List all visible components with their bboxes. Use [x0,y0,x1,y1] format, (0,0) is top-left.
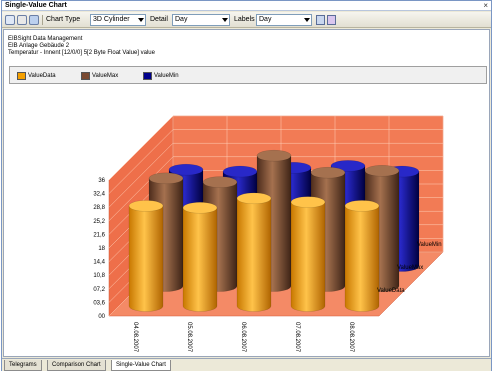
x-tick-label: 06.08.2007 [240,322,246,353]
close-icon[interactable]: × [483,1,488,11]
cylinder-top-valuemax [148,172,184,185]
legend-item-valuemax: ValueMax [80,71,118,81]
detail-select[interactable]: Day [172,14,230,26]
cylinder-top-valuedata [182,202,218,214]
chart-legend: ValueData ValueMax ValueMin [9,66,487,84]
y-tick-label: 03,6 [93,300,105,306]
cylinder-top-valuedata [236,192,272,205]
app-window: Single-Value Chart × Chart Type 3D Cylin… [1,0,492,371]
legend-item-valuemin: ValueMin [142,71,179,81]
y-tick-label: 25,2 [93,219,105,225]
info-line-1: EIBSight Data Management [8,36,83,42]
print-icon[interactable] [17,15,27,25]
tab-telegrams[interactable]: Telegrams [4,360,42,371]
settings-icon[interactable] [5,15,15,25]
chevron-down-icon [222,18,228,22]
legend-label: ValueMin [154,73,179,79]
depth-axis-label: ValueMin [417,242,442,248]
cylinder-valuedata [344,205,380,312]
chart-panel: EIBSight Data Management EIB Anlage Gebä… [3,29,490,357]
tab-bar: Telegrams Comparison Chart Single-Value … [2,358,491,371]
detail-label: Detail [150,16,168,23]
tab-comparison-chart[interactable]: Comparison Chart [47,360,106,371]
y-tick-label: 32,4 [93,192,105,198]
cylinder-valuedata [128,205,164,312]
legend-label: ValueData [28,73,56,79]
y-tick-label: 00 [98,314,105,320]
cylinder-valuedata [236,198,272,312]
chart-type-value: 3D Cylinder [93,16,130,23]
chevron-down-icon [138,18,144,22]
info-line-2: EIB Anlage Gebäude 2 [8,43,70,49]
depth-axis-label: ValueMax [397,265,423,271]
x-tick-label: 08.08.2007 [348,322,354,353]
cylinder-top-valuemin [222,165,258,178]
toolbar: Chart Type 3D Cylinder Detail Day Labels… [2,12,491,28]
y-tick-label: 21,6 [93,232,105,238]
depth-axis-label: ValueData [377,288,405,294]
toolbar-separator [42,15,43,25]
cylinder-valuedata [182,207,218,312]
labels-value: Day [259,16,272,23]
x-tick-label: 07.08.2007 [294,322,300,353]
tab-single-value-chart[interactable]: Single-Value Chart [111,360,171,371]
y-tick-label: 07,2 [93,287,105,293]
labels-select[interactable]: Day [256,14,312,26]
cylinder-top-valuemax [202,176,238,188]
chevron-down-icon [304,18,310,22]
x-tick-label: 05.08.2007 [186,322,192,353]
info-line-3: Temperatur - Innent [12/0/0] 5[2 Byte Fl… [8,50,155,56]
x-tick-label: 04.08.2007 [132,322,138,353]
cylinder-top-valuedata [128,200,164,212]
legend-label: ValueMax [92,73,119,79]
detail-value: Day [175,16,188,23]
chart-type-select[interactable]: 3D Cylinder [90,14,146,26]
cylinder-top-valuemax [364,165,400,177]
legend-swatch [81,72,90,80]
cylinder-top-valuemax [256,149,292,162]
labels-label: Labels [234,16,255,23]
y-tick-label: 28,8 [93,205,105,211]
export-icon[interactable] [316,15,325,25]
legend-item-valuedata: ValueData [16,71,56,81]
cylinder-top-valuemax [310,166,346,179]
cylinder-chart: 00 03,6 07,2 10,8 14,4 18 21,6 25,2 28,8 32,4 36 04… [93,115,444,353]
cylinder-top-valuedata [344,200,380,212]
save-icon[interactable] [29,15,39,25]
y-tick-label: 10,8 [93,273,105,279]
y-tick-label: 14,4 [93,260,105,266]
window-titlebar: Single-Value Chart × [2,1,491,11]
chart-options-icon[interactable] [327,15,336,25]
legend-swatch [143,72,152,80]
window-title: Single-Value Chart [5,2,67,9]
chart-type-label: Chart Type [46,16,81,23]
cylinder-valuedata [290,201,326,312]
cylinder-top-valuedata [290,196,326,208]
y-tick-label: 36 [98,178,105,184]
y-tick-label: 18 [98,246,105,252]
legend-swatch [17,72,26,80]
